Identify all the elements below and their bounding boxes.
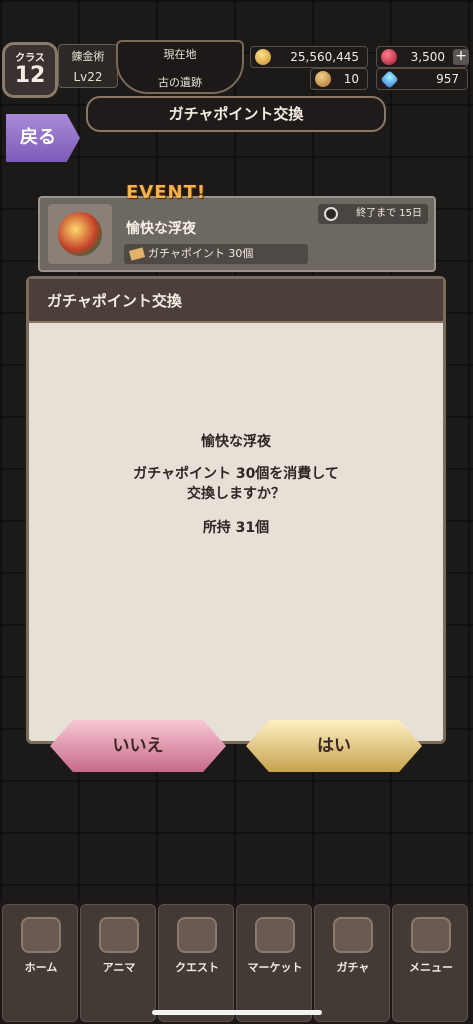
nav-market-label: マーケット xyxy=(247,961,303,974)
gacha-icon xyxy=(333,917,373,953)
nav-gacha[interactable]: ガチャ xyxy=(314,904,390,1022)
nav-anima[interactable]: アニマ xyxy=(80,904,156,1022)
home-icon xyxy=(21,917,61,953)
gold-value: 25,560,445 xyxy=(290,50,359,64)
ruby-icon xyxy=(381,49,397,65)
class-level: 12 xyxy=(14,63,46,88)
nav-market[interactable]: マーケット xyxy=(236,904,312,1022)
dialog-item-name: 愉快な浮夜 xyxy=(201,434,271,450)
page-title: ガチャポイント交換 xyxy=(86,96,386,132)
ticket-icon xyxy=(128,247,146,261)
job-name: 錬金術 xyxy=(71,50,105,63)
dialog-message-line2: 交換しますか？ xyxy=(187,486,285,502)
location-box[interactable]: 現在地 古の遺跡 xyxy=(116,40,244,94)
dialog-message-line1: ガチャポイント 30個を消費して xyxy=(133,466,339,482)
ruby-value: 3,500 xyxy=(410,50,445,64)
nav-menu[interactable]: メニュー xyxy=(392,904,468,1022)
event-item-card[interactable]: 愉快な浮夜 ガチャポイント 30個 終了まで 15日 xyxy=(38,196,436,272)
nav-menu-label: メニュー xyxy=(409,961,453,974)
quest-icon xyxy=(177,917,217,953)
menu-icon xyxy=(411,917,451,953)
coin-icon xyxy=(255,49,271,65)
no-button[interactable]: いいえ xyxy=(50,720,226,772)
nav-quest[interactable]: クエスト xyxy=(158,904,234,1022)
bottom-navigation: ホーム アニマ クエスト マーケット ガチャ メニュー xyxy=(0,902,473,1024)
market-icon xyxy=(255,917,295,953)
dialog-owned-count: 所持 31個 xyxy=(202,520,270,536)
event-tag: EVENT! xyxy=(126,182,207,203)
event-item-cost-label: ガチャポイント 30個 xyxy=(148,247,254,260)
nav-home-label: ホーム xyxy=(24,961,58,974)
bread-value: 10 xyxy=(343,72,359,86)
nav-quest-label: クエスト xyxy=(175,961,219,974)
event-deadline: 終了まで 15日 xyxy=(318,204,428,224)
job-box[interactable]: 錬金術 Lv22 xyxy=(58,44,118,88)
class-badge[interactable]: クラス 12 xyxy=(2,42,58,98)
gem-value: 957 xyxy=(436,72,459,86)
gold-counter: 25,560,445 xyxy=(250,46,368,68)
yes-button[interactable]: はい xyxy=(246,720,422,772)
event-deadline-label: 終了まで 15日 xyxy=(356,208,422,219)
dialog-body: 愉快な浮夜 ガチャポイント 30個を消費して 交換しますか？ 所持 31個 xyxy=(29,323,443,741)
dialog-title: ガチャポイント交換 xyxy=(29,279,443,323)
nav-anima-label: アニマ xyxy=(102,961,136,974)
ruby-counter: 3,500 + xyxy=(376,46,469,68)
bread-icon xyxy=(315,71,331,87)
add-ruby-button[interactable]: + xyxy=(453,49,469,65)
clock-icon xyxy=(324,207,338,221)
home-indicator[interactable] xyxy=(152,1010,322,1015)
nav-gacha-label: ガチャ xyxy=(336,961,370,974)
class-label: クラス xyxy=(15,53,45,64)
event-item-cost: ガチャポイント 30個 xyxy=(124,244,308,264)
event-item-name: 愉快な浮夜 xyxy=(126,221,196,237)
nav-home[interactable]: ホーム xyxy=(2,904,78,1022)
event-item-thumbnail xyxy=(48,204,112,264)
bread-counter: 10 xyxy=(310,68,368,90)
item-art-icon xyxy=(58,212,102,256)
location-label: 現在地 xyxy=(163,48,197,61)
anima-icon xyxy=(99,917,139,953)
player-level: Lv22 xyxy=(73,70,103,84)
gem-icon xyxy=(380,70,399,89)
confirm-dialog: ガチャポイント交換 愉快な浮夜 ガチャポイント 30個を消費して 交換しますか？… xyxy=(26,276,446,744)
location-name: 古の遺跡 xyxy=(158,76,202,89)
gem-counter: 957 xyxy=(376,68,468,90)
back-button[interactable]: 戻る xyxy=(6,114,80,162)
